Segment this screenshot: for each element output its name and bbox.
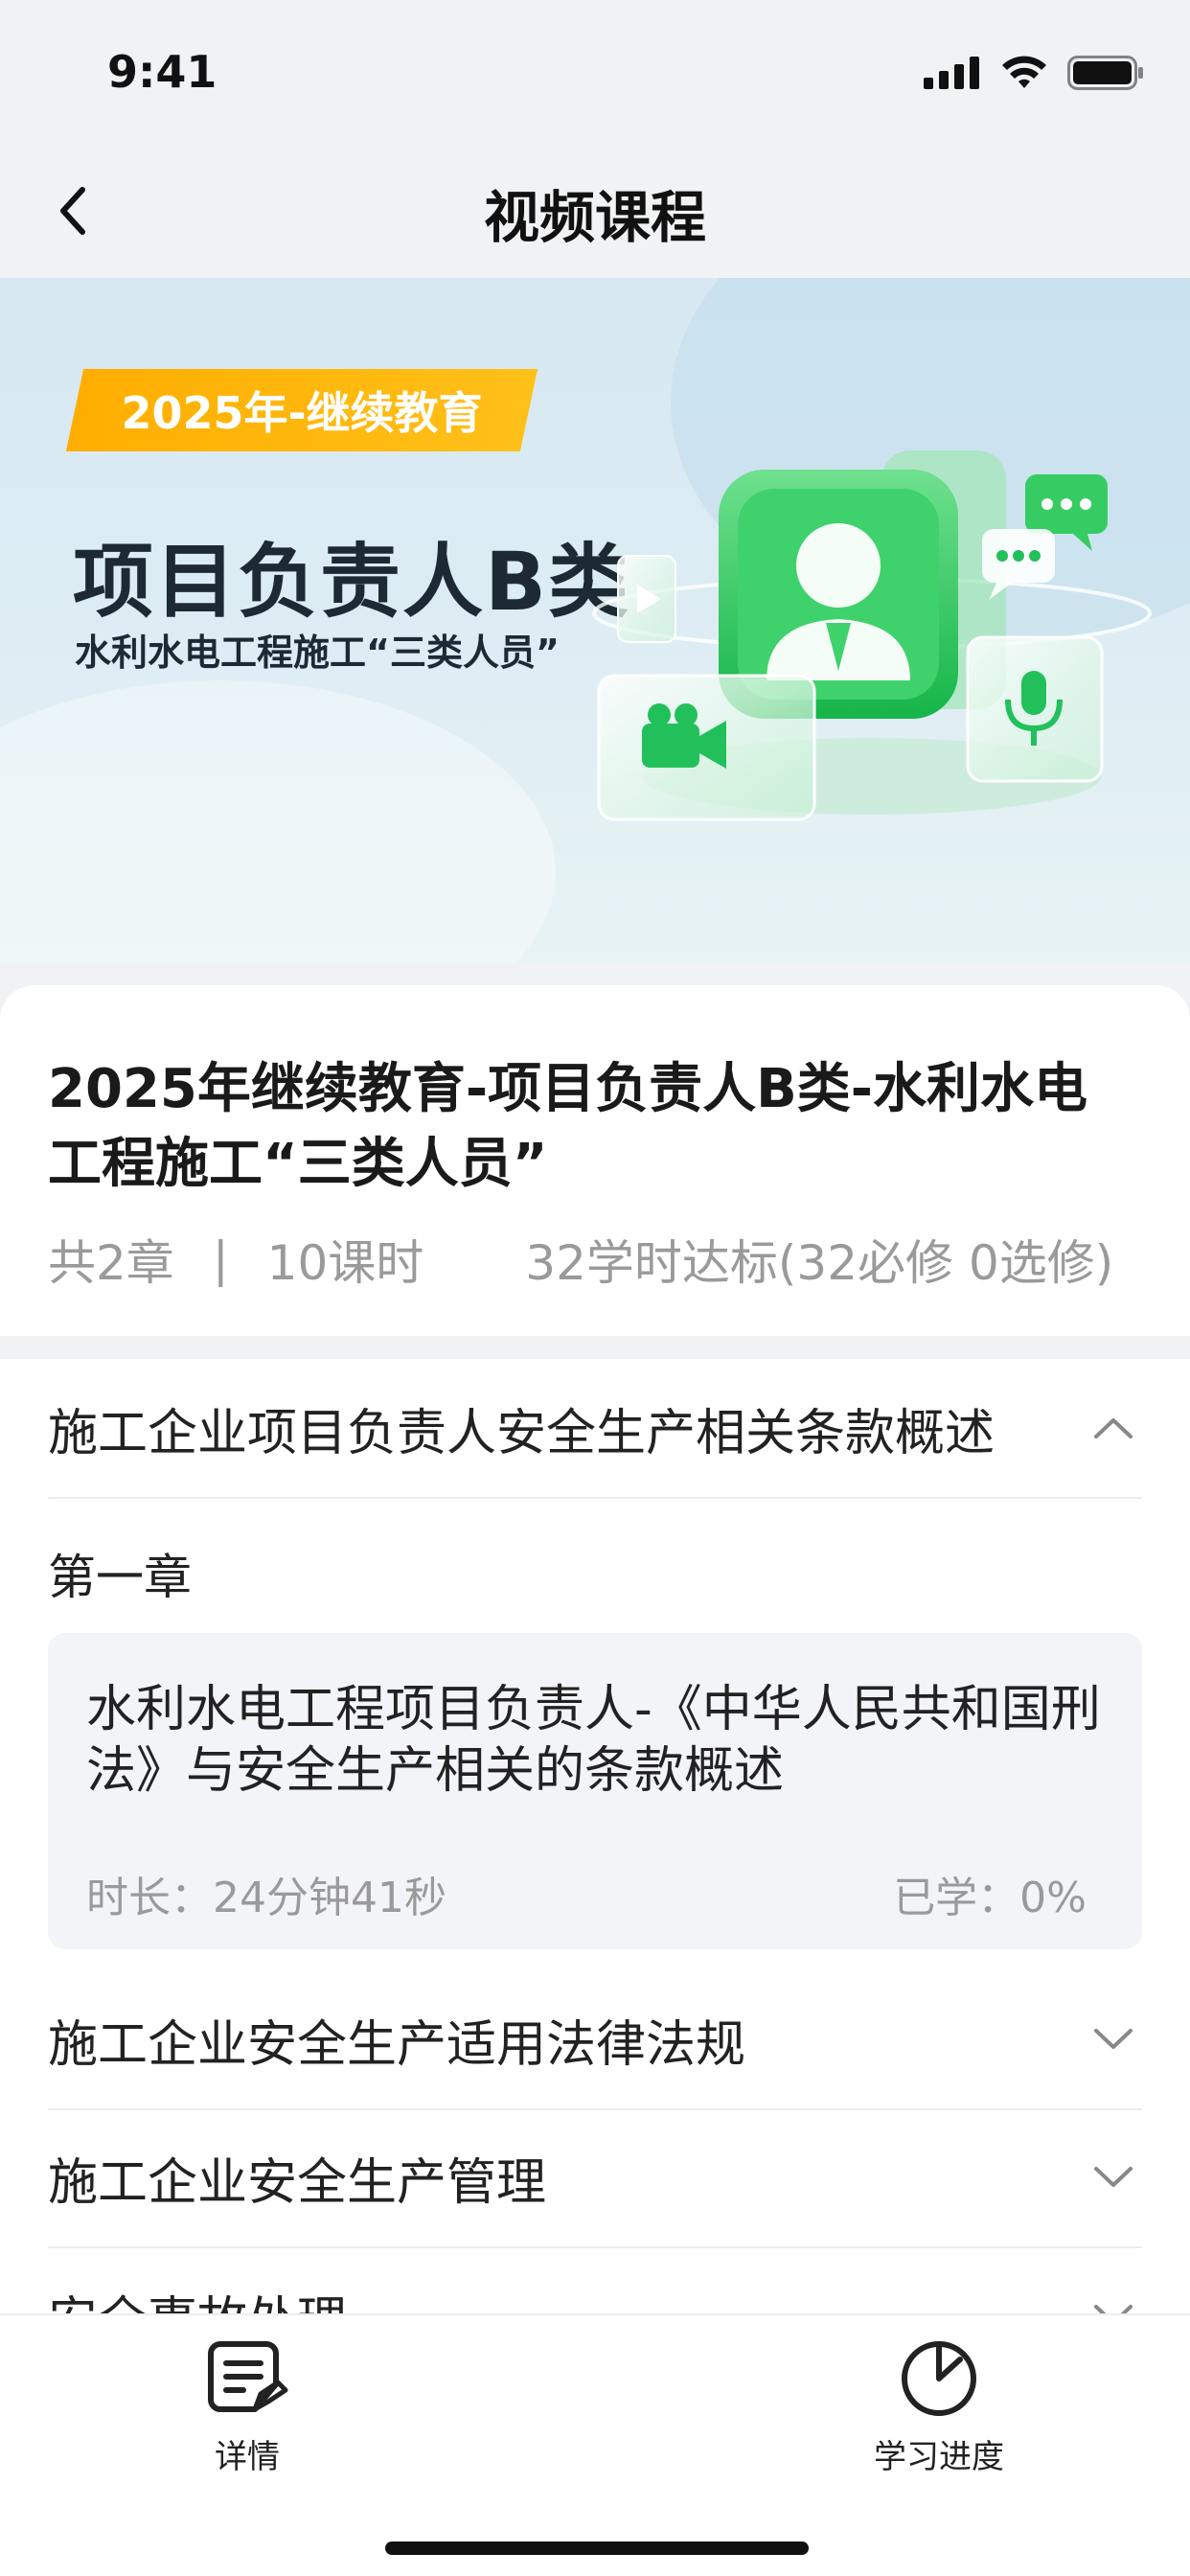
lesson-title: 水利水电工程项目负责人-《中华人民共和国刑法》与安全生产相关的条款概述 [86, 1681, 1101, 1800]
chevron-down-icon [1085, 2149, 1142, 2206]
document-icon [208, 2341, 288, 2412]
course-banner: 2025年-继续教育 项目负责人B类 水利水电工程施工“三类人员” [0, 278, 1190, 963]
wifi-icon [1002, 56, 1046, 88]
section-item[interactable]: 施工企业安全生产管理 [48, 2108, 1142, 2248]
chevron-down-icon [1085, 2011, 1142, 2068]
section-title: 安全事故处理 [48, 2280, 347, 2318]
lesson-progress: 已学：0% [893, 1874, 1087, 1922]
course-meta: 共2章 | 10课时 32学时达标(32必修 0选修) [48, 1225, 1113, 1294]
banner-tag: 2025年-继续教育 [121, 387, 483, 439]
section-title: 施工企业安全生产适用法律法规 [48, 2015, 746, 2074]
status-bar: 9:41 [0, 0, 1190, 144]
course-info-card: 2025年继续教育-项目负责人B类-水利水电工程施工“三类人员” 共2章 | 1… [0, 985, 1190, 1336]
chapter-label: 第一章 [48, 1550, 192, 1605]
banner-subtitle: 水利水电工程施工“三类人员” [75, 632, 560, 674]
bottom-tab-bar: 详情 学习进度 [0, 2313, 1190, 2576]
chapter-count: 共2章 [48, 1235, 174, 1291]
home-indicator [385, 2542, 809, 2555]
chapter-list: 施工企业项目负责人安全生产相关条款概述 第一章 水利水电工程项目负责人-《中华人… [0, 1359, 1190, 2317]
chevron-up-icon [1085, 1399, 1142, 1457]
tab-label: 学习进度 [874, 2438, 1004, 2476]
section-item[interactable]: 安全事故处理 [48, 2246, 1142, 2317]
section-item[interactable]: 施工企业安全生产适用法律法规 [48, 1970, 1142, 2110]
cellular-signal-icon [924, 57, 979, 89]
tab-progress[interactable]: 学习进度 [824, 2334, 1054, 2497]
tab-label: 详情 [215, 2438, 280, 2476]
course-title: 2025年继续教育-项目负责人B类-水利水电工程施工“三类人员” [48, 1058, 1088, 1195]
section-title: 施工企业项目负责人安全生产相关条款概述 [48, 1404, 995, 1462]
section-item[interactable]: 施工企业项目负责人安全生产相关条款概述 [48, 1359, 1142, 1499]
banner-decor [0, 680, 556, 963]
status-time: 9:41 [107, 46, 217, 98]
course-illustration [592, 450, 1152, 821]
meta-separator: | [212, 1231, 229, 1287]
lesson-count: 10课时 [266, 1235, 424, 1291]
banner-title: 项目负责人B类 [73, 535, 631, 629]
nav-bar: 视频课程 [0, 144, 1190, 278]
page-title: 视频课程 [483, 185, 706, 250]
battery-icon [1067, 56, 1143, 90]
credit-requirement: 32学时达标(32必修 0选修) [525, 1235, 1114, 1291]
lesson-duration: 时长：24分钟41秒 [86, 1874, 446, 1922]
section-title: 施工企业安全生产管理 [48, 2153, 547, 2212]
app-root: 9:41 视频课程 2025年-继续教育 项目负责人B类 水利水电工程施工“三类… [0, 0, 1190, 2576]
lesson-card[interactable]: 水利水电工程项目负责人-《中华人民共和国刑法》与安全生产相关的条款概述 时长：2… [48, 1633, 1142, 1949]
tab-details[interactable]: 详情 [132, 2334, 362, 2497]
status-icons [924, 56, 1144, 90]
progress-icon [902, 2341, 976, 2416]
